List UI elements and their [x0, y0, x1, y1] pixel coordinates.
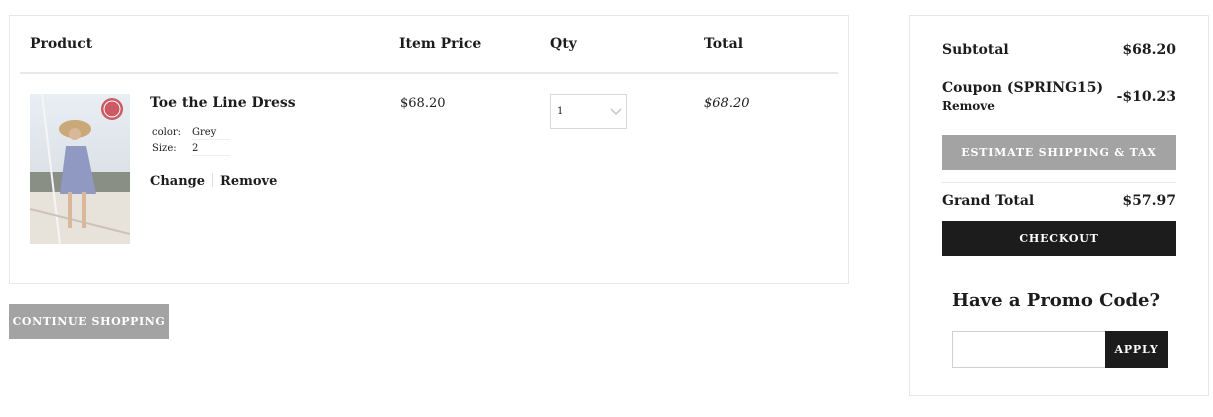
continue-shopping-button[interactable]: CONTINUE SHOPPING [9, 304, 169, 339]
remove-item-link[interactable]: Remove [220, 174, 277, 189]
subtotal-value: $68.20 [1122, 42, 1176, 58]
product-attribute-size: Size: 2 [152, 143, 230, 156]
order-summary: Subtotal $68.20 Coupon (SPRING15) Remove… [909, 15, 1209, 396]
subtotal-label: Subtotal [942, 42, 1009, 58]
grand-total-label: Grand Total [942, 193, 1035, 209]
total-column-header: Total [704, 36, 744, 52]
checkout-button[interactable]: CHECKOUT [942, 221, 1176, 256]
promo-code-heading: Have a Promo Code? [952, 290, 1161, 311]
cart-table: Product Item Price Qty Total Toe the Lin… [9, 15, 849, 284]
product-thumbnail[interactable] [30, 94, 130, 244]
product-photo-dress-icon [30, 94, 130, 244]
promo-code-input[interactable] [952, 331, 1105, 368]
quantity-value: 1 [557, 106, 564, 117]
summary-divider [942, 182, 1176, 183]
apply-promo-button[interactable]: APPLY [1105, 331, 1168, 368]
coupon-value: -$10.23 [1116, 89, 1176, 105]
coupon-row: Coupon (SPRING15) Remove -$10.23 [942, 80, 1176, 116]
subtotal-row: Subtotal $68.20 [942, 42, 1176, 62]
grand-total-row: Grand Total $57.97 [942, 193, 1176, 213]
attribute-value: Grey [192, 127, 230, 140]
item-actions: Change Remove [150, 173, 277, 189]
item-price-column-header: Item Price [399, 36, 482, 52]
chevron-down-icon [610, 108, 622, 116]
quantity-select[interactable]: 1 [550, 94, 627, 129]
product-name: Toe the Line Dress [150, 95, 296, 111]
remove-coupon-link[interactable]: Remove [942, 99, 995, 113]
attribute-key: Size: [152, 143, 177, 154]
attribute-value: 2 [192, 143, 230, 156]
attribute-key: color: [152, 127, 181, 138]
qty-column-header: Qty [550, 36, 577, 52]
item-price: $68.20 [400, 96, 446, 111]
action-divider [212, 173, 214, 187]
product-attribute-color: color: Grey [152, 127, 230, 140]
estimate-shipping-tax-button[interactable]: ESTIMATE SHIPPING & TAX [942, 135, 1176, 170]
grand-total-value: $57.97 [1122, 193, 1176, 209]
product-column-header: Product [30, 36, 93, 52]
cart-header-row: Product Item Price Qty Total [20, 16, 838, 74]
coupon-label: Coupon (SPRING15) [942, 80, 1104, 96]
change-item-link[interactable]: Change [150, 174, 205, 189]
item-total: $68.20 [704, 96, 750, 111]
